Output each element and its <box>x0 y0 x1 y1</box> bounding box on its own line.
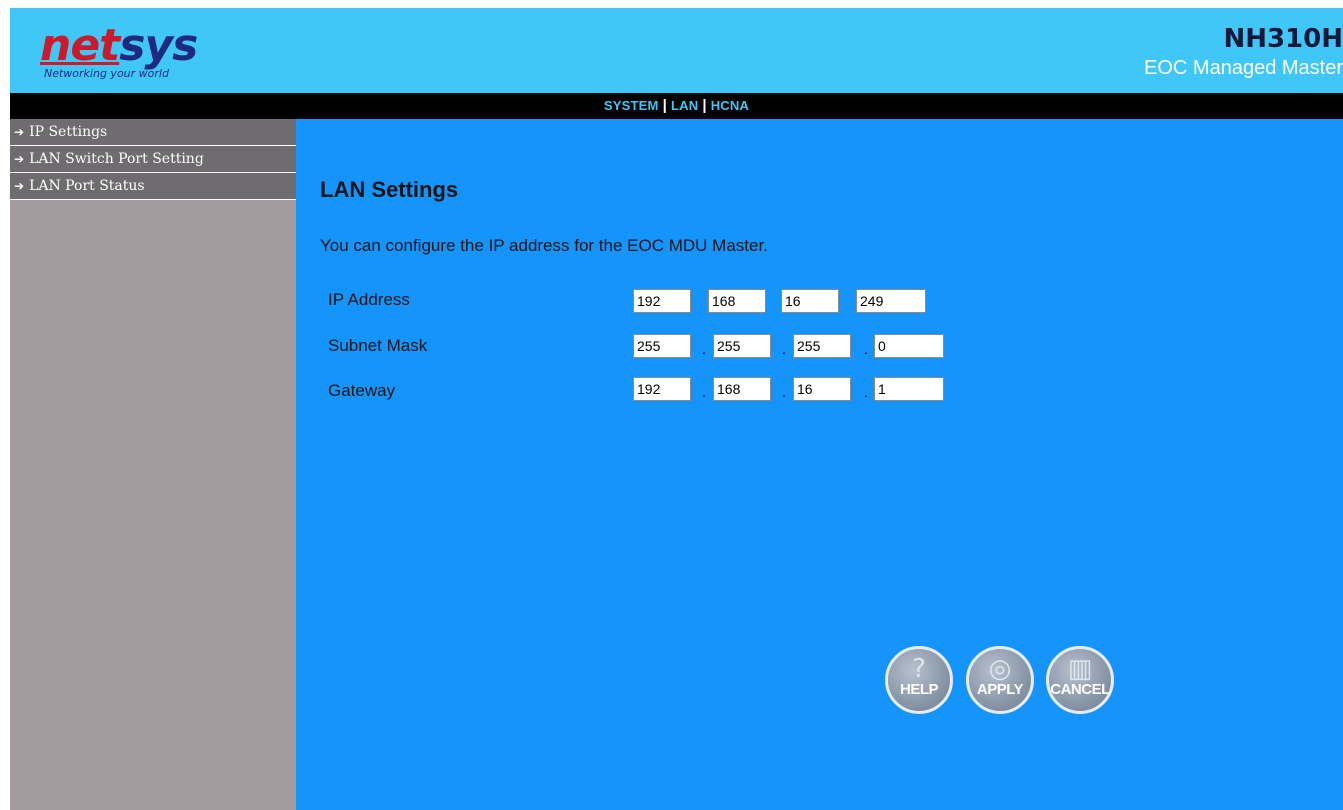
gateway-octet-1[interactable] <box>633 377 691 401</box>
question-mark-icon: ? <box>912 654 926 684</box>
ip-address-octet-2[interactable] <box>708 289 766 313</box>
header: netsys Networking your world NH310H EOC … <box>10 8 1343 91</box>
arrow-right-icon: ➔ <box>14 125 25 139</box>
sidebar-item-lan-switch-port-setting[interactable]: ➔ LAN Switch Port Setting <box>10 146 296 173</box>
arrow-right-icon: ➔ <box>14 179 25 193</box>
apply-button[interactable]: ◎ APPLY <box>966 646 1034 714</box>
nav-system[interactable]: SYSTEM <box>604 98 659 113</box>
main-content: LAN Settings You can configure the IP ad… <box>296 119 1343 810</box>
sidebar-item-label: LAN Port Status <box>29 178 145 194</box>
arrow-right-icon: ➔ <box>14 152 25 166</box>
octet-separator: . <box>864 341 868 357</box>
octet-separator: . <box>782 341 786 357</box>
apply-button-label: APPLY <box>976 681 1024 698</box>
help-button[interactable]: ? HELP <box>885 646 953 714</box>
ip-address-octet-3[interactable] <box>781 289 839 313</box>
nav-lan[interactable]: LAN <box>671 98 698 113</box>
trash-icon: ▥ <box>1067 654 1093 684</box>
netsys-logo: netsys Networking your world <box>32 22 252 82</box>
ip-address-octet-1[interactable] <box>633 289 691 313</box>
top-navigation: SYSTEM | LAN | HCNA <box>10 91 1343 119</box>
sidebar-item-label: LAN Switch Port Setting <box>29 151 204 167</box>
subnet-mask-octet-3[interactable] <box>793 334 851 358</box>
subnet-mask-octet-2[interactable] <box>713 334 771 358</box>
product-description: EOC Managed Master <box>1144 57 1343 79</box>
mouse-icon: ◎ <box>988 654 1012 684</box>
nav-separator: | <box>662 97 667 114</box>
logo-wordmark: netsys <box>40 20 198 71</box>
octet-separator: . <box>702 384 706 400</box>
subnet-mask-octet-1[interactable] <box>633 334 691 358</box>
ip-address-octet-4[interactable] <box>856 289 926 313</box>
gateway-octet-4[interactable] <box>874 377 944 401</box>
octet-separator: . <box>864 384 868 400</box>
octet-separator: . <box>782 384 786 400</box>
subnet-mask-label: Subnet Mask <box>328 336 428 355</box>
nav-hcna[interactable]: HCNA <box>711 98 749 113</box>
sidebar-item-label: IP Settings <box>29 124 108 140</box>
product-model: NH310H <box>1223 24 1343 54</box>
gateway-octet-3[interactable] <box>793 377 851 401</box>
sidebar-item-lan-port-status[interactable]: ➔ LAN Port Status <box>10 173 296 200</box>
nav-separator: | <box>702 97 707 114</box>
cancel-button-label: CANCEL <box>1050 681 1110 698</box>
page-description: You can configure the IP address for the… <box>320 236 768 255</box>
subnet-mask-octet-4[interactable] <box>874 334 944 358</box>
sidebar-item-ip-settings[interactable]: ➔ IP Settings <box>10 119 296 146</box>
logo-tagline: Networking your world <box>44 67 169 80</box>
cancel-button[interactable]: ▥ CANCEL <box>1046 646 1114 714</box>
gateway-label: Gateway <box>328 381 396 400</box>
gateway-octet-2[interactable] <box>713 377 771 401</box>
ip-address-label: IP Address <box>328 290 410 309</box>
sidebar: ➔ IP Settings ➔ LAN Switch Port Setting ➔ L… <box>10 119 296 810</box>
help-button-label: HELP <box>899 681 939 698</box>
octet-separator: . <box>702 341 706 357</box>
page-title: LAN Settings <box>320 177 459 202</box>
